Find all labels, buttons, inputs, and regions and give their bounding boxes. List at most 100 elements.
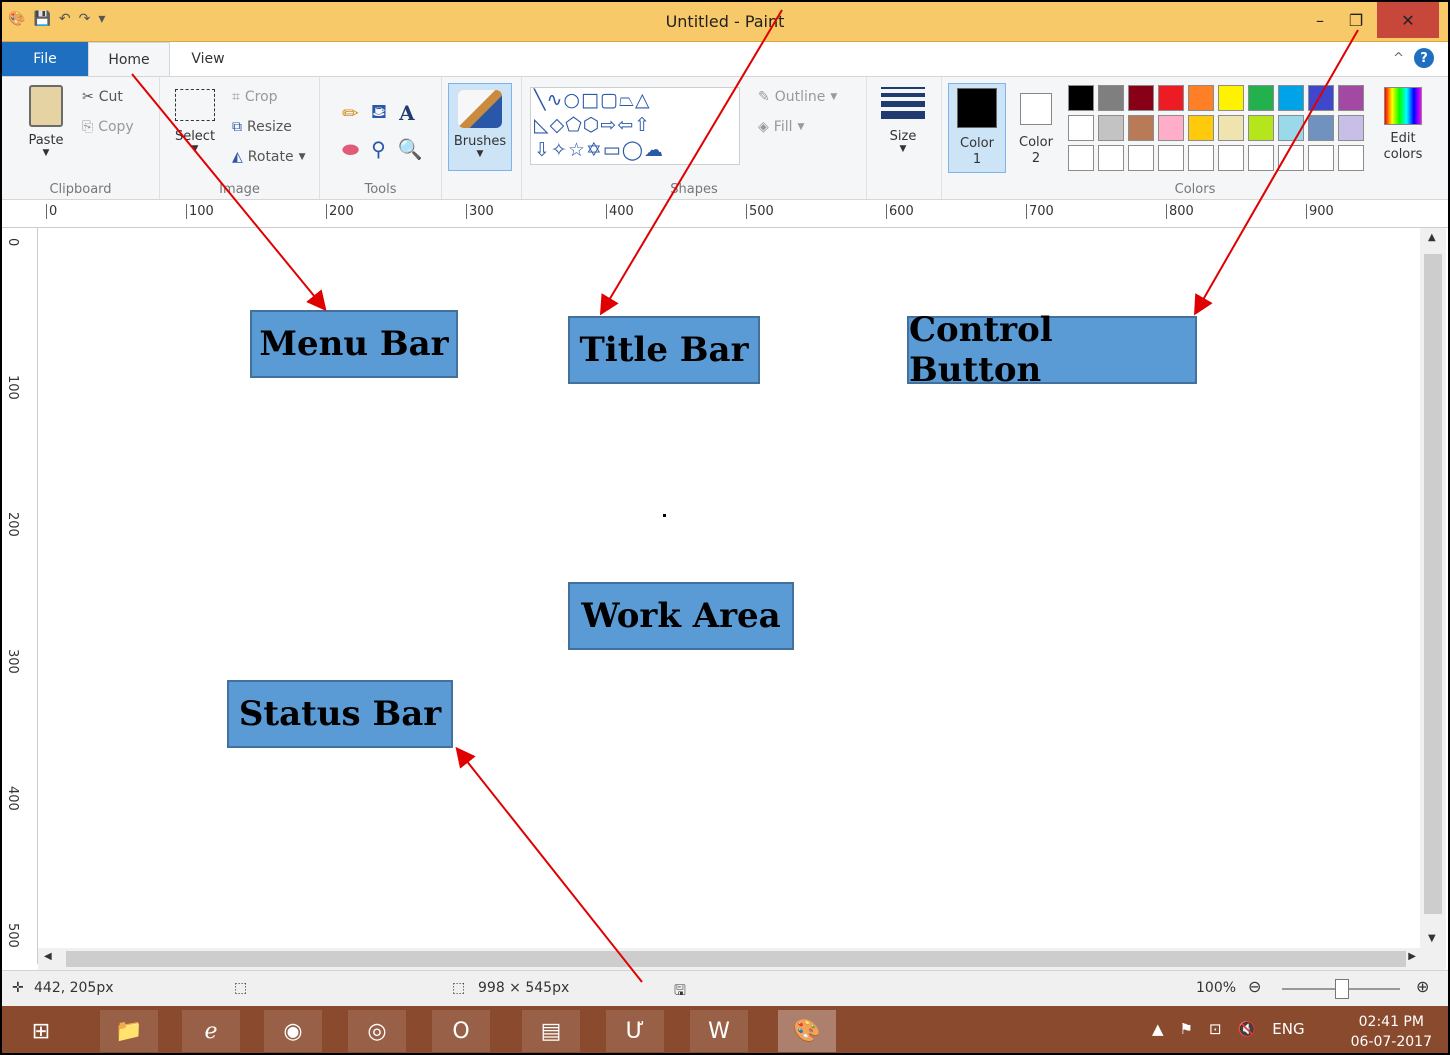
brushes-button[interactable]: Brushes ▼ bbox=[448, 83, 512, 171]
palette-swatch[interactable] bbox=[1218, 85, 1244, 111]
horizontal-scrollbar[interactable]: ◀ ▶ bbox=[38, 948, 1446, 970]
palette-swatch[interactable] bbox=[1278, 115, 1304, 141]
eraser-icon[interactable]: ⬬ bbox=[342, 137, 359, 161]
tab-home[interactable]: Home bbox=[88, 42, 170, 76]
collapse-ribbon-icon[interactable]: ^ bbox=[1393, 51, 1404, 66]
rotate-button[interactable]: ◭ Rotate ▼ bbox=[232, 149, 306, 165]
palette-swatch[interactable] bbox=[1218, 115, 1244, 141]
cut-button[interactable]: ✂ Cut bbox=[82, 89, 123, 105]
color2-button[interactable]: Color 2 bbox=[1010, 83, 1062, 167]
edit-colors-button[interactable]: Edit colors bbox=[1378, 83, 1428, 163]
ruler-tick-label: 200 bbox=[326, 204, 354, 219]
palette-swatch[interactable] bbox=[1278, 85, 1304, 111]
acrobat-icon[interactable]: Ư bbox=[606, 1010, 664, 1052]
chrome-icon[interactable]: ◎ bbox=[348, 1010, 406, 1052]
scroll-up-icon[interactable]: ▲ bbox=[1428, 232, 1436, 243]
palette-swatch[interactable] bbox=[1248, 85, 1274, 111]
help-icon[interactable]: ? bbox=[1414, 48, 1434, 68]
zoom-level: 100% bbox=[1196, 980, 1237, 996]
palette-swatch[interactable] bbox=[1218, 145, 1244, 171]
color1-button[interactable]: Color 1 bbox=[948, 83, 1006, 173]
palette-swatch[interactable] bbox=[1248, 145, 1274, 171]
show-hidden-icons-icon[interactable]: ▲ bbox=[1152, 1020, 1164, 1038]
shapes-group-label: Shapes bbox=[670, 182, 718, 197]
word-icon[interactable]: W bbox=[690, 1010, 748, 1052]
palette-swatch[interactable] bbox=[1098, 145, 1124, 171]
select-button[interactable]: Select ▼ bbox=[172, 89, 218, 154]
vertical-scroll-thumb[interactable] bbox=[1424, 254, 1442, 914]
restore-button[interactable]: ❐ bbox=[1338, 2, 1374, 38]
scroll-down-icon[interactable]: ▼ bbox=[1428, 933, 1436, 944]
copy-button[interactable]: ⎘ Copy bbox=[82, 119, 134, 135]
palette-swatch[interactable] bbox=[1128, 145, 1154, 171]
rotate-icon: ◭ bbox=[232, 149, 243, 165]
network-icon[interactable]: ⊡ bbox=[1209, 1020, 1222, 1038]
outline-button[interactable]: ✎ Outline ▼ bbox=[758, 89, 837, 105]
palette-swatch[interactable] bbox=[1338, 85, 1364, 111]
palette-swatch[interactable] bbox=[1158, 115, 1184, 141]
crop-button[interactable]: ⌗ Crop bbox=[232, 89, 278, 105]
palette-swatch[interactable] bbox=[1128, 85, 1154, 111]
palette-swatch[interactable] bbox=[1068, 145, 1094, 171]
tab-file[interactable]: File bbox=[2, 42, 88, 76]
palette-swatch[interactable] bbox=[1278, 145, 1304, 171]
palette-swatch[interactable] bbox=[1188, 85, 1214, 111]
color-picker-icon[interactable]: ⚲ bbox=[371, 137, 386, 161]
palette-swatch[interactable] bbox=[1338, 115, 1364, 141]
palette-swatch[interactable] bbox=[1068, 115, 1094, 141]
color2-label: Color 2 bbox=[1019, 135, 1053, 166]
palette-swatch[interactable] bbox=[1158, 85, 1184, 111]
file-explorer-icon[interactable]: 📁 bbox=[100, 1010, 158, 1052]
palette-swatch[interactable] bbox=[1128, 115, 1154, 141]
zoom-in-icon[interactable]: ⊕ bbox=[1416, 977, 1429, 996]
palette-swatch[interactable] bbox=[1158, 145, 1184, 171]
paint-taskbar-icon[interactable]: 🎨 bbox=[778, 1010, 836, 1052]
scroll-left-icon[interactable]: ◀ bbox=[44, 951, 52, 962]
tab-view[interactable]: View bbox=[170, 42, 246, 76]
fill-bucket-icon[interactable]: ⛾ bbox=[371, 99, 387, 126]
palette-swatch[interactable] bbox=[1308, 145, 1334, 171]
resize-icon: ⧉ bbox=[232, 119, 242, 135]
palette-swatch[interactable] bbox=[1338, 145, 1364, 171]
internet-explorer-icon[interactable]: ℯ bbox=[182, 1010, 240, 1052]
minimize-button[interactable]: – bbox=[1302, 2, 1338, 38]
palette-swatch[interactable] bbox=[1068, 85, 1094, 111]
shapes-gallery[interactable]: ╲∿○□▢⏢△ ◺◇⬠⬡⇨⇦⇧ ⇩✧☆✡▭◯☁ bbox=[530, 87, 740, 165]
volume-muted-icon[interactable]: 🔇 bbox=[1238, 1020, 1257, 1038]
close-button[interactable]: ✕ bbox=[1377, 2, 1439, 38]
paste-button[interactable]: Paste ▼ bbox=[20, 85, 72, 158]
ruler-tick-label: 0 bbox=[46, 204, 57, 219]
zoom-slider-thumb[interactable] bbox=[1335, 979, 1349, 999]
scroll-right-icon[interactable]: ▶ bbox=[1408, 951, 1416, 962]
fill-label: Fill bbox=[773, 119, 793, 135]
pencil-icon[interactable]: ✏ bbox=[342, 101, 359, 125]
size-button[interactable]: Size ▼ bbox=[877, 83, 929, 154]
tally-erp-icon[interactable]: ▤ bbox=[522, 1010, 580, 1052]
text-icon[interactable]: A bbox=[399, 101, 415, 125]
palette-swatch[interactable] bbox=[1308, 115, 1334, 141]
image-group-label: Image bbox=[219, 182, 260, 197]
language-indicator[interactable]: ENG bbox=[1272, 1020, 1304, 1038]
palette-swatch[interactable] bbox=[1248, 115, 1274, 141]
callout-menu-bar: Menu Bar bbox=[250, 310, 458, 378]
opera-icon[interactable]: O bbox=[432, 1010, 490, 1052]
magnifier-icon[interactable]: 🔍 bbox=[398, 137, 423, 161]
palette-swatch[interactable] bbox=[1098, 85, 1124, 111]
action-center-flag-icon[interactable]: ⚑ bbox=[1180, 1020, 1193, 1038]
palette-swatch[interactable] bbox=[1098, 115, 1124, 141]
palette-swatch[interactable] bbox=[1188, 115, 1214, 141]
ruler-tick-label: 500 bbox=[746, 204, 774, 219]
crop-label: Crop bbox=[244, 89, 278, 105]
palette-swatch[interactable] bbox=[1188, 145, 1214, 171]
zoom-out-icon[interactable]: ⊖ bbox=[1248, 977, 1261, 996]
windows-start-icon[interactable]: ⊞ bbox=[12, 1010, 70, 1052]
firefox-icon[interactable]: ◉ bbox=[264, 1010, 322, 1052]
ruler-tick-label: 200 bbox=[5, 512, 20, 537]
resize-button[interactable]: ⧉ Resize bbox=[232, 119, 292, 135]
fill-button[interactable]: ◈ Fill ▼ bbox=[758, 119, 804, 135]
horizontal-scroll-thumb[interactable] bbox=[66, 951, 1406, 967]
vertical-scrollbar[interactable]: ▲ ▼ bbox=[1420, 228, 1446, 948]
chevron-down-icon: ▼ bbox=[476, 149, 484, 159]
clock[interactable]: 02:41 PM 06-07-2017 bbox=[1351, 1012, 1432, 1052]
palette-swatch[interactable] bbox=[1308, 85, 1334, 111]
